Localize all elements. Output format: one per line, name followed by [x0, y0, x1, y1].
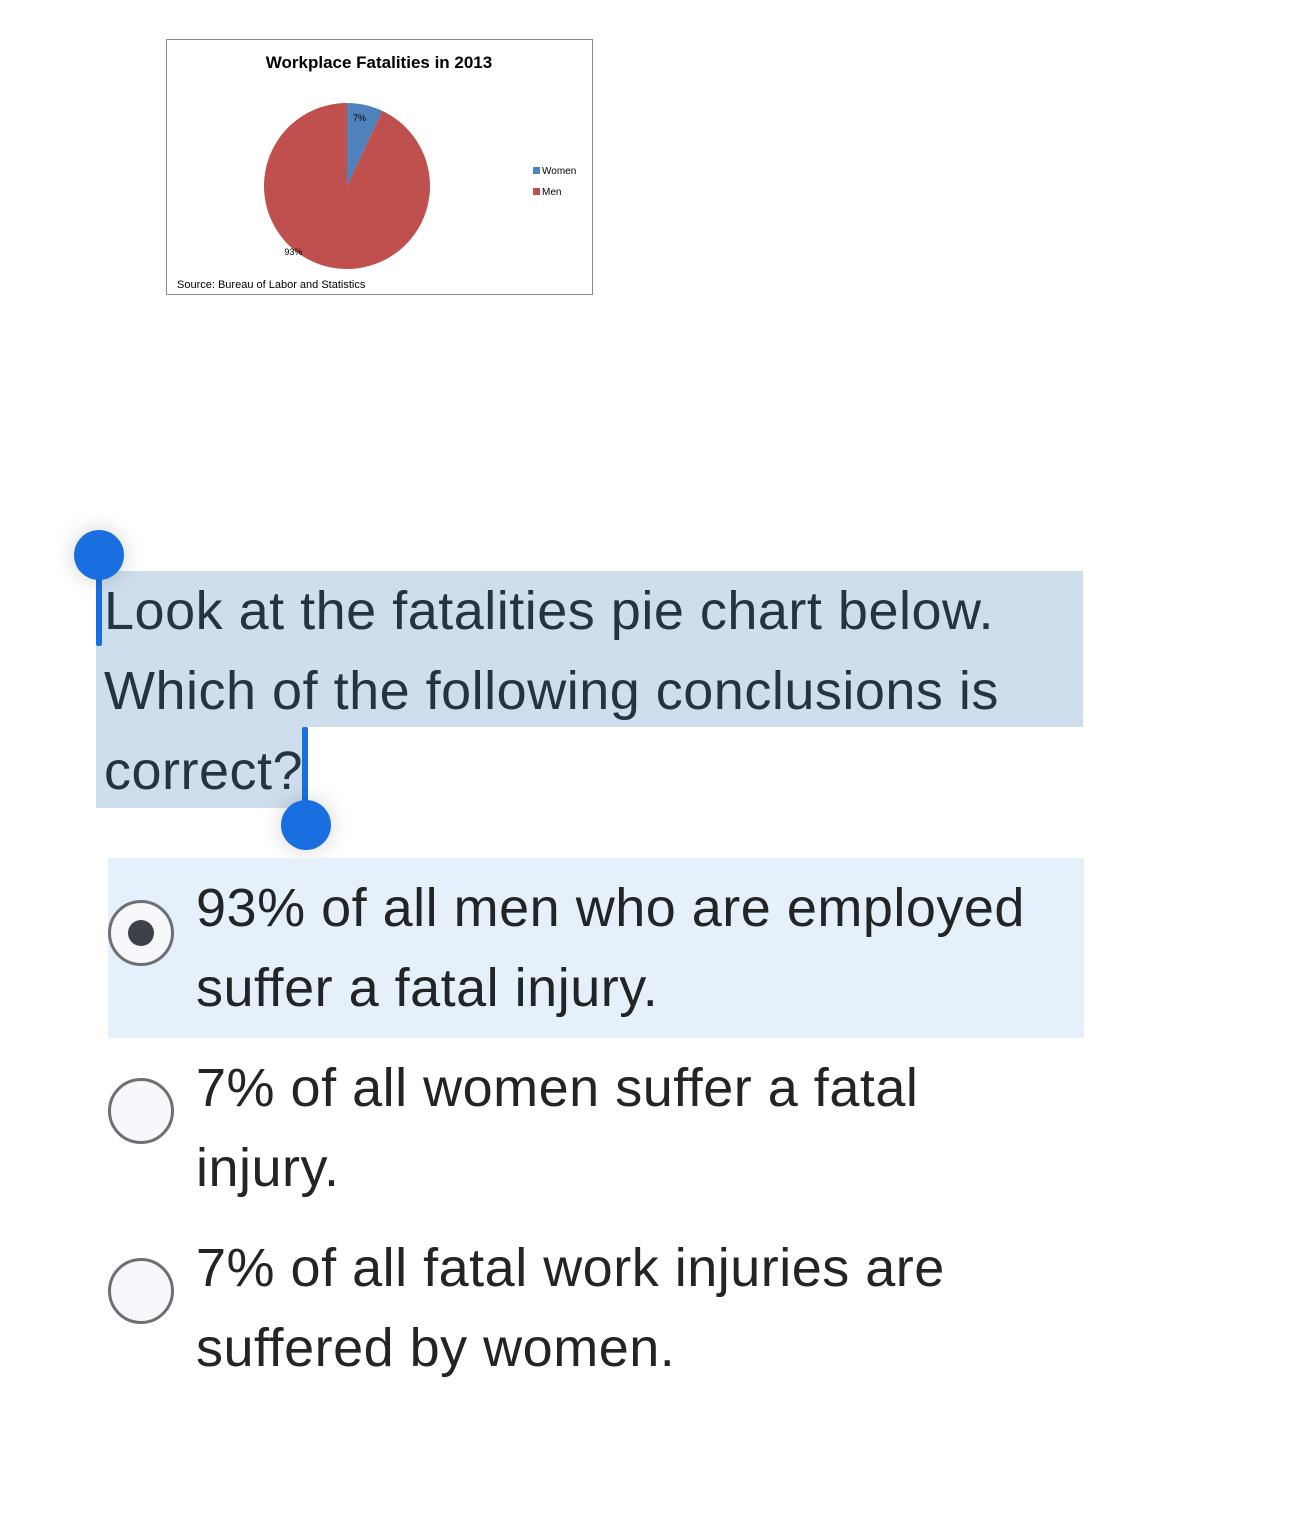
chart-title: Workplace Fatalities in 2013 [266, 53, 492, 72]
answer-option-1[interactable]: 93% of all men who are employed suffer a… [108, 858, 1084, 1038]
option-line: suffered by women. [196, 1318, 676, 1378]
selection-start-caret[interactable] [96, 574, 102, 646]
pie-data-label: 7% [353, 113, 366, 123]
answer-option-label[interactable]: 7% of all fatal work injuries are suffer… [196, 1228, 1076, 1388]
selection-end-handle[interactable] [281, 800, 331, 850]
legend-entry: Men [542, 187, 561, 198]
chart-legend: Women Men [533, 166, 576, 198]
option-line: injury. [196, 1138, 340, 1198]
legend-entry: Women [542, 166, 576, 177]
question-line: Look at the fatalities pie chart below. [104, 581, 995, 641]
answer-option-2[interactable]: 7% of all women suffer a fatal injury. [108, 1040, 1084, 1210]
answer-option-label[interactable]: 7% of all women suffer a fatal injury. [196, 1048, 1076, 1208]
radio-button[interactable] [108, 1258, 174, 1324]
option-line: 7% of all fatal work injuries are [196, 1238, 945, 1298]
selection-start-handle[interactable] [74, 530, 124, 580]
answer-option-3[interactable]: 7% of all fatal work injuries are suffer… [108, 1220, 1084, 1390]
legend-swatch [533, 188, 540, 195]
pie-slices [263, 103, 430, 269]
chart-canvas: Workplace Fatalities in 2013 7% 93% Women… [177, 53, 576, 291]
option-line: 7% of all women suffer a fatal [196, 1058, 919, 1118]
selection-end-caret[interactable] [302, 727, 308, 805]
question-line: Which of the following conclusions is [104, 661, 999, 721]
option-line: 93% of all men who are employed [196, 878, 1025, 938]
quiz-page: Workplace Fatalities in 2013 7% 93% Women… [0, 0, 1290, 1529]
fatalities-pie-chart: Workplace Fatalities in 2013 7% 93% Women… [166, 39, 593, 295]
option-line: suffer a fatal injury. [196, 958, 659, 1018]
question-text: Look at the fatalities pie chart below. … [104, 571, 1074, 811]
chart-source: Source: Bureau of Labor and Statistics [177, 279, 366, 291]
pie-slice-men [263, 103, 430, 269]
radio-button-selected[interactable] [108, 900, 174, 966]
question-line: correct? [104, 741, 304, 801]
radio-checked-dot [128, 920, 154, 946]
answer-option-label[interactable]: 93% of all men who are employed suffer a… [196, 868, 1076, 1028]
radio-button[interactable] [108, 1078, 174, 1144]
legend-swatch [533, 167, 540, 174]
pie-data-label: 93% [284, 247, 302, 257]
